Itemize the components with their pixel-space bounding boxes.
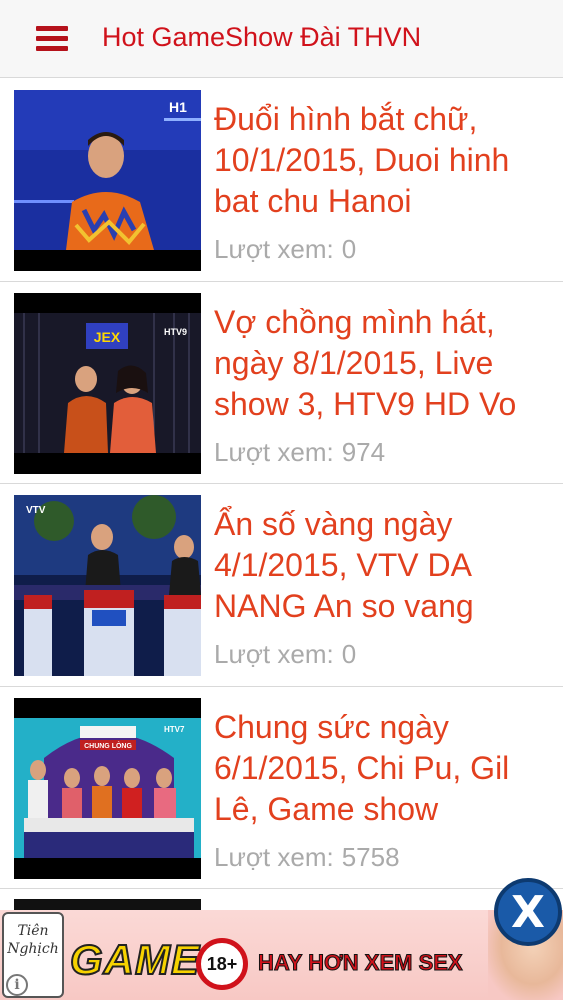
video-title[interactable]: Vợ chồng mình hát, ngày 8/1/2015, Live s… — [214, 302, 554, 425]
view-count: Lượt xem: 5758 — [214, 842, 400, 873]
ad-banner[interactable]: Tiên Nghịch GAME 18+ HAY HƠN XEM SEX — [0, 910, 563, 1000]
channel-logo: HTV9 — [164, 327, 187, 337]
view-count-label: Lượt xem: — [214, 639, 334, 669]
video-title[interactable]: Đuổi hình bắt chữ, 10/1/2015, Duoi hinh … — [214, 99, 554, 222]
view-count: Lượt xem: 0 — [214, 234, 356, 265]
video-thumbnail[interactable]: CHUNG LÒNG HTV7 — [14, 697, 201, 879]
hamburger-menu-icon[interactable] — [36, 26, 68, 52]
view-count-label: Lượt xem: — [214, 436, 334, 467]
video-thumbnail[interactable]: H1 — [14, 90, 201, 271]
ad-game-text: GAME — [69, 935, 200, 984]
view-count-value: 974 — [341, 436, 386, 467]
view-count-label: Lượt xem: — [214, 841, 334, 872]
channel-logo: VTV — [26, 505, 46, 516]
view-count-value: 5758 — [341, 841, 400, 872]
page-title: Hot GameShow Đài THVN — [102, 22, 422, 52]
list-item[interactable]: CHUNG LÒNG HTV7 Chung sức ngày 6/1/2015,… — [0, 687, 563, 889]
channel-logo: H1 — [169, 99, 187, 115]
view-count-value: 0 — [341, 639, 357, 669]
view-count-label: Lượt xem: — [214, 234, 334, 264]
ad-tagline: HAY HƠN XEM SEX — [258, 950, 464, 976]
view-count: Lượt xem: 974 — [214, 437, 385, 468]
next-item-thumbnail-peek — [14, 899, 201, 910]
video-thumbnail[interactable]: VTV — [14, 495, 201, 676]
video-title[interactable]: Chung sức ngày 6/1/2015, Chi Pu, Gil Lê,… — [214, 707, 554, 830]
stage-sign: CHUNG LÒNG — [84, 741, 132, 750]
stage-sign: JEX — [94, 329, 121, 345]
close-icon[interactable]: X — [494, 878, 562, 946]
video-list: H1 Đuổi hình bắt chữ, 10/1/2015, Duoi hi… — [0, 79, 563, 889]
age-rating-badge: 18+ — [196, 938, 248, 990]
channel-logo: HTV7 — [164, 725, 185, 734]
video-title[interactable]: Ẩn số vàng ngày 4/1/2015, VTV DA NANG An… — [214, 504, 554, 627]
list-item[interactable]: JEX HTV9 Vợ chồng mình hát, ngày 8/1/201… — [0, 282, 563, 484]
video-thumbnail[interactable]: JEX HTV9 — [14, 292, 201, 474]
list-item[interactable]: H1 Đuổi hình bắt chữ, 10/1/2015, Duoi hi… — [0, 79, 563, 282]
list-item[interactable]: VTV Ẩn số vàng ngày 4/1/2015, VTV DA NAN… — [0, 484, 563, 687]
ad-info-icon[interactable]: i — [6, 974, 28, 996]
view-count-value: 0 — [341, 234, 357, 264]
app-header: Hot GameShow Đài THVN — [0, 0, 563, 78]
view-count: Lượt xem: 0 — [214, 639, 356, 670]
